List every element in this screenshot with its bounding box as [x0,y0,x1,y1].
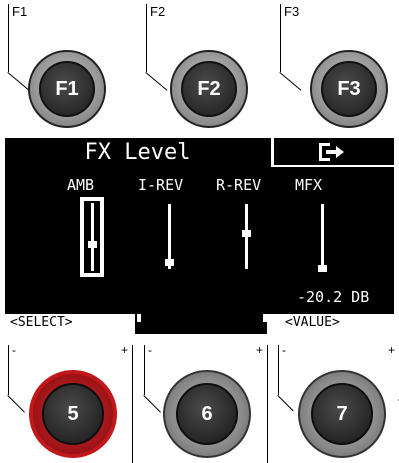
f3-callout-diagonal [279,72,302,91]
f1-callout-line [8,4,11,72]
exit-underline [271,165,394,167]
f1-button-cap: F1 [39,61,95,117]
encoder-7[interactable]: 7 [298,370,386,458]
title-divider [271,138,274,165]
amb-fader-knob[interactable] [88,241,97,248]
softkey-divider-left [135,314,267,334]
encoder-6-bracket [144,345,145,395]
softkey-value[interactable]: <VALUE> [285,315,340,330]
value-readout: -20.2 DB [297,288,370,306]
channel-label-r-rev: R-REV [216,176,262,194]
softkey-bar: <SELECT> <VALUE> [5,314,394,334]
encoder-6-diagonal [143,395,161,413]
f3-callout-label: F3 [284,4,300,19]
mfx-fader-track [321,204,324,270]
softkey-notch-right [263,314,267,322]
f2-callout-diagonal [145,72,168,91]
f1-button[interactable]: F1 [28,50,106,128]
encoder-6-label: 6 [201,402,213,425]
f1-callout-label: F1 [12,4,28,19]
encoder-6-right-bracket [267,345,268,463]
f1-callout-diagonal [7,72,30,91]
f1-button-label: F1 [55,77,79,100]
f3-callout-line [280,4,283,72]
softkey-notch-left [137,314,141,322]
softkey-select[interactable]: <SELECT> [10,315,73,330]
encoder-6[interactable]: 6 [163,370,251,458]
encoder-6-cap: 6 [176,383,238,445]
encoder-5-right-bracket [132,345,133,463]
f3-button-label: F3 [337,77,361,100]
mfx-fader-knob[interactable] [318,265,327,272]
encoder-7-plus: + [388,343,396,357]
f3-button[interactable]: F3 [310,50,388,128]
channel-label-i-rev: I-REV [138,176,184,194]
encoder-7-diagonal [277,395,294,412]
encoder-7-label: 7 [336,402,348,425]
channel-label-amb: AMB [67,176,95,194]
encoder-5-minus: - [12,343,16,357]
amb-fader-selected[interactable] [80,197,104,277]
encoder-5-plus: + [121,343,129,357]
f3-button-cap: F3 [321,61,377,117]
exit-arrow-icon[interactable] [317,142,345,162]
i-rev-fader-knob[interactable] [165,259,174,266]
screen-title: FX Level [84,140,191,165]
f2-button-cap: F2 [181,61,237,117]
f2-callout-line [146,4,149,72]
encoder-5-cap: 5 [42,383,104,445]
r-rev-fader-knob[interactable] [242,230,251,237]
f2-callout-label: F2 [150,4,166,19]
encoder-5-bracket [8,345,9,395]
f2-button[interactable]: F2 [170,50,248,128]
f2-button-label: F2 [197,77,221,100]
encoder-7-minus: - [282,343,286,357]
encoder-5-diagonal [7,395,25,413]
encoder-6-plus: + [256,343,264,357]
encoder-7-cap: 7 [311,383,373,445]
channel-label-mfx: MFX [295,176,323,194]
encoder-6-minus: - [148,343,152,357]
lcd-screen: FX Level AMB I-REV R-REV MFX -20.2 DB <S… [5,138,394,334]
amb-fader-track [91,203,94,271]
encoder-7-bracket [278,345,279,395]
encoder-5[interactable]: 5 [29,370,117,458]
encoder-5-label: 5 [67,402,79,425]
